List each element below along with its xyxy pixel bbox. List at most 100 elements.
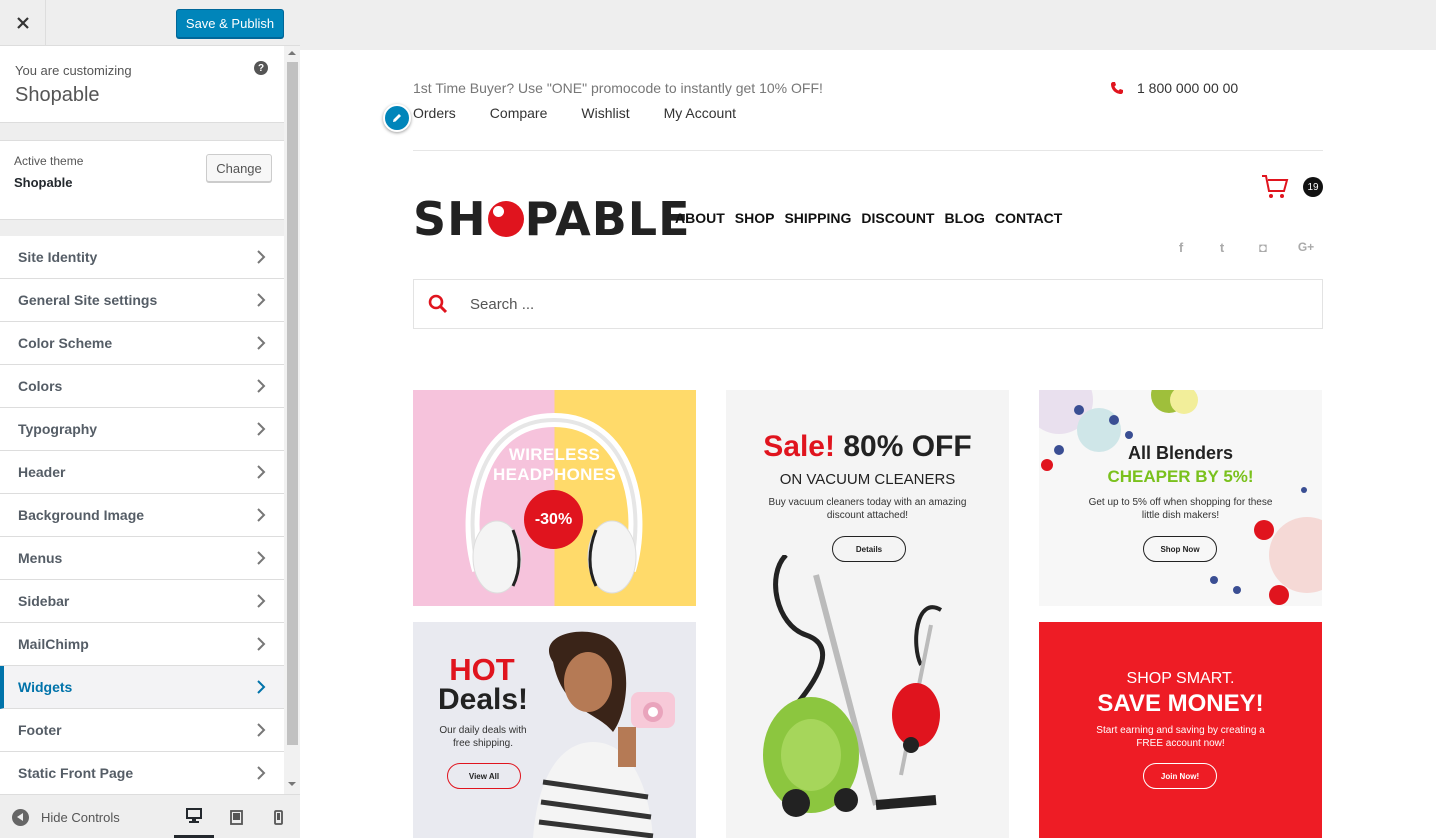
- sidebar-item-label: Sidebar: [18, 593, 70, 609]
- hide-controls-button[interactable]: Hide Controls: [12, 795, 120, 838]
- sidebar-item-typography[interactable]: Typography: [0, 408, 284, 451]
- top-link-orders[interactable]: Orders: [413, 105, 456, 121]
- blenders-highlight: CHEAPER BY 5%!: [1107, 467, 1254, 486]
- blenders-text: Get up to 5% off when shopping for these…: [1088, 497, 1273, 521]
- facebook-icon[interactable]: f: [1174, 240, 1188, 255]
- save-publish-button[interactable]: Save & Publish: [176, 9, 284, 38]
- shop-now-button[interactable]: Shop Now: [1143, 536, 1217, 562]
- vacuum-subtitle: ON VACUUM CLEANERS: [779, 471, 956, 488]
- headphones-title-line1: WIRELESS: [508, 445, 601, 464]
- chevron-right-icon: [257, 422, 266, 436]
- sidebar-item-label: Typography: [18, 421, 98, 437]
- search-icon: [428, 294, 448, 314]
- sale-amount: 80% OFF: [843, 430, 972, 463]
- headphones-title: WIRELESS HEADPHONES: [413, 445, 696, 485]
- customizing-info: You are customizing Shopable ?: [0, 46, 284, 123]
- sidebar-item-label: Static Front Page: [18, 765, 134, 781]
- change-theme-button[interactable]: Change: [206, 154, 272, 182]
- sidebar-item-widgets[interactable]: Widgets: [0, 666, 284, 709]
- sidebar-item-colors[interactable]: Colors: [0, 365, 284, 408]
- active-theme-section: Active theme Shopable Change: [0, 140, 284, 220]
- main-navigation: ABOUT SHOP SHIPPING DISCOUNT BLOG CONTAC…: [675, 210, 1062, 226]
- headphones-title-line2: HEADPHONES: [493, 465, 616, 484]
- blenders-title: All Blenders: [1127, 443, 1234, 463]
- twitter-icon[interactable]: t: [1215, 240, 1229, 255]
- banner-wireless-headphones[interactable]: WIRELESS HEADPHONES -30%: [413, 390, 696, 606]
- google-plus-icon[interactable]: G+: [1296, 240, 1316, 254]
- hide-controls-label: Hide Controls: [41, 809, 120, 825]
- nav-about[interactable]: ABOUT: [675, 210, 725, 226]
- scroll-down-arrow-icon[interactable]: [288, 782, 296, 786]
- sidebar-item-footer[interactable]: Footer: [0, 709, 284, 752]
- chevron-right-icon: [257, 250, 266, 264]
- divider: [413, 150, 1323, 151]
- view-all-button[interactable]: View All: [447, 763, 521, 789]
- sale-word: Sale!: [763, 430, 835, 463]
- banner-hot-deals[interactable]: HOT Deals! Our daily deals with free shi…: [413, 622, 696, 838]
- sidebar-item-label: Widgets: [18, 679, 73, 695]
- sidebar-item-label: Menus: [18, 550, 63, 566]
- mobile-icon: [273, 809, 283, 825]
- collapse-icon: [12, 808, 29, 826]
- chevron-right-icon: [257, 293, 266, 307]
- cart-icon[interactable]: [1261, 174, 1289, 200]
- sidebar-item-color-scheme[interactable]: Color Scheme: [0, 322, 284, 365]
- nav-discount[interactable]: DISCOUNT: [861, 210, 934, 226]
- tablet-preview-button[interactable]: [216, 795, 256, 838]
- desktop-preview-button[interactable]: [174, 795, 214, 838]
- logo-text-right: PABLE: [524, 192, 691, 246]
- sidebar-scrollbar[interactable]: [284, 46, 300, 794]
- sidebar-item-menus[interactable]: Menus: [0, 537, 284, 580]
- top-link-compare[interactable]: Compare: [490, 105, 548, 121]
- close-customizer-button[interactable]: [0, 0, 46, 46]
- banner-shop-smart[interactable]: SHOP SMART. SAVE MONEY! Start earning an…: [1039, 622, 1322, 838]
- sidebar-item-label: Site Identity: [18, 249, 98, 265]
- sidebar-item-general-site-settings[interactable]: General Site settings: [0, 279, 284, 322]
- sidebar-item-label: Color Scheme: [18, 335, 113, 351]
- sidebar-item-header[interactable]: Header: [0, 451, 284, 494]
- sidebar-item-sidebar[interactable]: Sidebar: [0, 580, 284, 623]
- vacuum-headline: Sale! 80% OFF: [726, 430, 1009, 464]
- instagram-icon[interactable]: ◘: [1256, 240, 1270, 255]
- help-icon[interactable]: ?: [254, 61, 268, 75]
- nav-contact[interactable]: CONTACT: [995, 210, 1062, 226]
- chevron-right-icon: [257, 465, 266, 479]
- join-now-button[interactable]: Join Now!: [1143, 763, 1217, 789]
- save-money-title: SAVE MONEY!: [1097, 690, 1264, 717]
- chevron-right-icon: [257, 766, 266, 780]
- banner-blenders[interactable]: All Blenders CHEAPER BY 5%! Get up to 5%…: [1039, 390, 1322, 606]
- edit-shortcut-button[interactable]: [383, 104, 411, 132]
- logo-dot-icon: [487, 201, 524, 237]
- deals-word: Deals!: [437, 683, 529, 716]
- site-logo[interactable]: SH PABLE: [413, 192, 691, 246]
- sidebar-item-label: MailChimp: [18, 636, 89, 652]
- customizing-label: You are customizing: [15, 63, 132, 78]
- chevron-right-icon: [257, 379, 266, 393]
- discount-badge: -30%: [524, 490, 583, 549]
- search-input[interactable]: [470, 295, 1270, 313]
- scrollbar-thumb[interactable]: [287, 62, 298, 745]
- mobile-preview-button[interactable]: [258, 795, 298, 838]
- sidebar-item-mailchimp[interactable]: MailChimp: [0, 623, 284, 666]
- site-preview: 1st Time Buyer? Use "ONE" promocode to i…: [300, 0, 1436, 838]
- sidebar-item-label: Background Image: [18, 507, 145, 523]
- chevron-right-icon: [257, 508, 266, 522]
- hot-text: Our daily deals with free shipping.: [439, 725, 527, 749]
- top-link-my-account[interactable]: My Account: [664, 105, 736, 121]
- banner-vacuum-cleaners[interactable]: Sale! 80% OFF ON VACUUM CLEANERS Buy vac…: [726, 390, 1009, 838]
- vacuum-text: Buy vacuum cleaners today with an amazin…: [768, 497, 967, 521]
- sidebar-item-background-image[interactable]: Background Image: [0, 494, 284, 537]
- sidebar-item-site-identity[interactable]: Site Identity: [0, 236, 284, 279]
- customizer-header: Save & Publish: [0, 0, 300, 46]
- chevron-right-icon: [257, 680, 266, 694]
- nav-blog[interactable]: BLOG: [945, 210, 985, 226]
- promo-text: 1st Time Buyer? Use "ONE" promocode to i…: [413, 80, 823, 96]
- top-link-wishlist[interactable]: Wishlist: [581, 105, 629, 121]
- sidebar-item-static-front-page[interactable]: Static Front Page: [0, 752, 284, 794]
- top-links: Orders Compare Wishlist My Account: [413, 105, 736, 121]
- shop-smart-subtitle: SHOP SMART.: [1126, 670, 1235, 687]
- nav-shipping[interactable]: SHIPPING: [784, 210, 851, 226]
- desktop-icon: [186, 807, 202, 823]
- scroll-up-arrow-icon[interactable]: [288, 51, 296, 55]
- nav-shop[interactable]: SHOP: [735, 210, 775, 226]
